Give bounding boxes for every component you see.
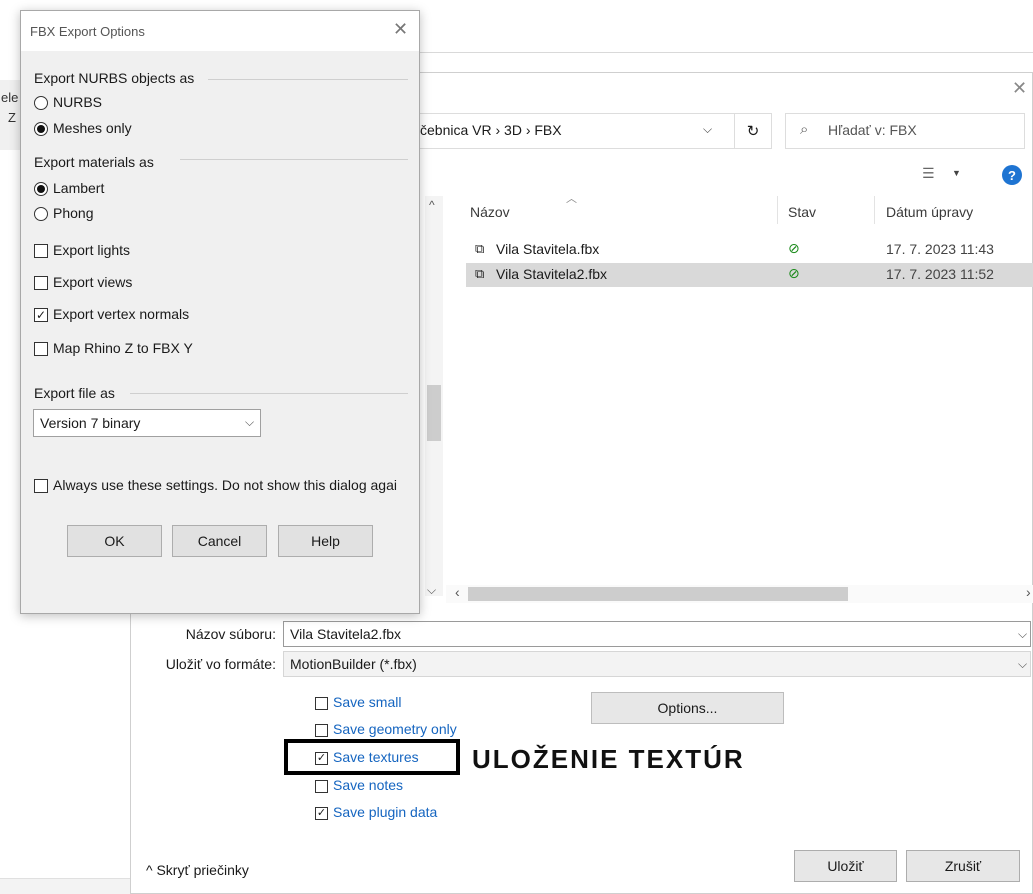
scrollbar-thumb[interactable]: [427, 385, 441, 441]
close-icon[interactable]: ✕: [393, 19, 408, 40]
fbx-file-icon: ⧉: [475, 241, 485, 256]
phong-label[interactable]: Phong: [53, 205, 93, 221]
view-options-icon[interactable]: ☰: [922, 165, 935, 182]
save-notes-label[interactable]: Save notes: [333, 777, 403, 793]
annotation-highlight-box: [284, 739, 460, 775]
nurbs-group-title: Export NURBS objects as: [34, 70, 195, 86]
background-app-bottom: [0, 878, 130, 894]
chevron-up-icon: ^: [146, 862, 153, 878]
chevron-down-icon[interactable]: ⌵: [703, 122, 712, 137]
file-group-title: Export file as: [34, 385, 115, 401]
ok-button[interactable]: OK: [67, 525, 162, 557]
bg-partial-text-2: Z: [8, 110, 16, 125]
lambert-radio[interactable]: [34, 182, 48, 196]
scrollbar-thumb[interactable]: [468, 587, 848, 601]
file-name[interactable]: Vila Stavitela.fbx: [496, 241, 599, 257]
save-plugin-data-checkbox[interactable]: ✓: [315, 807, 328, 820]
save-geometry-label[interactable]: Save geometry only: [333, 721, 457, 737]
hide-folders-toggle[interactable]: ^ Skryť priečinky: [146, 862, 249, 878]
lambert-label[interactable]: Lambert: [53, 180, 104, 196]
format-label: Uložiť vo formáte:: [165, 656, 276, 672]
file-date: 17. 7. 2023 11:43: [886, 241, 994, 257]
phong-radio[interactable]: [34, 207, 48, 221]
always-use-label[interactable]: Always use these settings. Do not show t…: [53, 477, 413, 493]
export-lights-checkbox[interactable]: [34, 244, 48, 258]
save-small-label[interactable]: Save small: [333, 694, 401, 710]
cancel-button[interactable]: Cancel: [172, 525, 267, 557]
search-placeholder[interactable]: Hľadať v: FBX: [828, 122, 917, 138]
export-vertex-normals-label[interactable]: Export vertex normals: [53, 306, 189, 322]
map-rhino-z-checkbox[interactable]: [34, 342, 48, 356]
chevron-down-icon[interactable]: ▼: [952, 168, 961, 178]
file-name[interactable]: Vila Stavitela2.fbx: [496, 266, 607, 282]
annotation-text: ULOŽENIE TEXTÚR: [472, 744, 745, 774]
export-views-checkbox[interactable]: [34, 276, 48, 290]
sync-ok-icon: ⊘: [788, 265, 800, 281]
app-divider: [420, 52, 1033, 53]
background-app-strip: ele Z: [0, 80, 22, 150]
column-divider[interactable]: [874, 196, 875, 224]
group-divider: [180, 159, 408, 160]
save-small-checkbox[interactable]: [315, 697, 328, 710]
close-icon[interactable]: ✕: [1012, 78, 1027, 99]
bg-partial-text: ele: [1, 90, 19, 105]
options-button[interactable]: Options...: [591, 692, 784, 724]
export-lights-label[interactable]: Export lights: [53, 242, 130, 258]
column-header-modified[interactable]: Dátum úpravy: [886, 204, 973, 220]
export-vertex-normals-checkbox[interactable]: ✓: [34, 308, 48, 322]
nurbs-label[interactable]: NURBS: [53, 94, 102, 110]
meshes-only-radio[interactable]: [34, 122, 48, 136]
fbx-file-icon: ⧉: [475, 266, 485, 281]
refresh-icon[interactable]: ↻: [734, 113, 772, 149]
chevron-up-icon[interactable]: ^: [429, 198, 435, 212]
export-version-value[interactable]: Version 7 binary: [40, 415, 140, 431]
help-icon[interactable]: ?: [1002, 165, 1022, 185]
filename-label: Názov súboru:: [185, 626, 276, 642]
chevron-down-icon[interactable]: ⌵: [1018, 657, 1027, 672]
chevron-down-icon[interactable]: ⌵: [1018, 627, 1027, 642]
chevron-down-icon[interactable]: ⌵: [427, 583, 436, 598]
save-notes-checkbox[interactable]: [315, 780, 328, 793]
materials-group-title: Export materials as: [34, 154, 154, 170]
file-date: 17. 7. 2023 11:52: [886, 266, 994, 282]
format-select[interactable]: MotionBuilder (*.fbx): [283, 651, 1031, 677]
save-geometry-checkbox[interactable]: [315, 724, 328, 737]
nurbs-radio[interactable]: [34, 96, 48, 110]
map-rhino-z-label[interactable]: Map Rhino Z to FBX Y: [53, 340, 193, 356]
group-divider: [208, 79, 408, 80]
chevron-down-icon[interactable]: ⌵: [245, 415, 254, 430]
column-divider[interactable]: [777, 196, 778, 224]
group-divider: [130, 393, 408, 394]
column-header-name[interactable]: Názov: [470, 204, 510, 220]
sync-ok-icon: ⊘: [788, 240, 800, 256]
always-use-checkbox[interactable]: [34, 479, 48, 493]
address-path[interactable]: čebnica VR › 3D › FBX: [420, 122, 562, 138]
chevron-right-icon[interactable]: ›: [1026, 584, 1031, 600]
column-header-status[interactable]: Stav: [788, 204, 816, 220]
export-version-select[interactable]: Version 7 binary: [33, 409, 261, 437]
format-value[interactable]: MotionBuilder (*.fbx): [290, 656, 417, 672]
help-button[interactable]: Help: [278, 525, 373, 557]
export-views-label[interactable]: Export views: [53, 274, 132, 290]
hide-folders-label[interactable]: Skryť priečinky: [156, 862, 248, 878]
save-plugin-data-label[interactable]: Save plugin data: [333, 804, 437, 820]
search-icon: ⌕: [800, 121, 809, 138]
chevron-left-icon[interactable]: ‹: [455, 584, 460, 600]
save-button[interactable]: Uložiť: [794, 850, 897, 882]
filename-value[interactable]: Vila Stavitela2.fbx: [290, 626, 401, 642]
filename-field[interactable]: Vila Stavitela2.fbx: [283, 621, 1031, 647]
meshes-only-label[interactable]: Meshes only: [53, 120, 132, 136]
cancel-save-button[interactable]: Zrušiť: [906, 850, 1020, 882]
dialog-title: FBX Export Options: [30, 24, 145, 39]
sort-indicator-icon: ︿: [566, 193, 577, 205]
